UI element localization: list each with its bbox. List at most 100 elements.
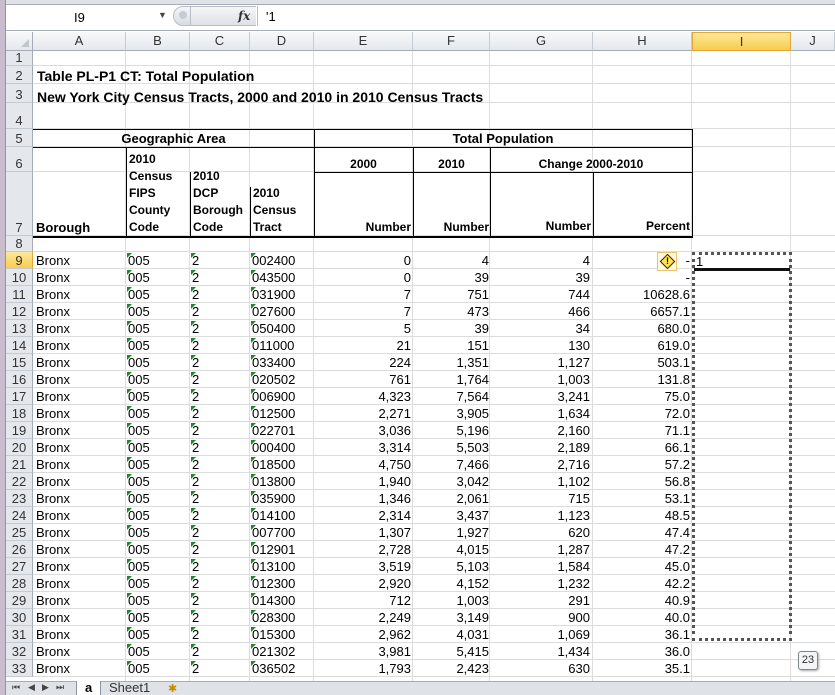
cell-p2000[interactable]: 2,271 [314, 406, 411, 422]
cell-borough[interactable]: Bronx [36, 474, 70, 490]
cell-dcp[interactable]: 2 [191, 355, 199, 371]
cell-dcp[interactable]: 2 [191, 576, 199, 592]
select-all-button[interactable] [6, 32, 33, 51]
first-sheet-icon[interactable]: ⏮ [12, 682, 20, 693]
column-header-i[interactable]: I [692, 32, 791, 51]
row-header-29[interactable]: 29 [6, 592, 33, 609]
row-header-2[interactable]: 2 [6, 66, 33, 84]
cell-fips[interactable]: 005 [127, 508, 150, 524]
cell-p2000[interactable]: 4,323 [314, 389, 411, 405]
cell-tract[interactable]: 021302 [251, 644, 295, 660]
cell-p2010[interactable]: 5,415 [413, 644, 489, 660]
cell-pct[interactable]: 10628.6 [593, 287, 690, 303]
cell-p2010[interactable]: 4,031 [413, 627, 489, 643]
cell-change[interactable]: 620 [490, 525, 590, 541]
cell-fips[interactable]: 005 [127, 559, 150, 575]
cell-borough[interactable]: Bronx [36, 304, 70, 320]
column-header-j[interactable]: J [791, 32, 835, 51]
cell-fips[interactable]: 005 [127, 644, 150, 660]
cell-fips[interactable]: 005 [127, 457, 150, 473]
row-header-17[interactable]: 17 [6, 388, 33, 405]
cell-p2010[interactable]: 7,564 [413, 389, 489, 405]
sheet-tab-sheet1[interactable]: Sheet1 [100, 681, 158, 695]
row-header-28[interactable]: 28 [6, 575, 33, 592]
cell-borough[interactable]: Bronx [36, 389, 70, 405]
next-sheet-icon[interactable]: ▶ [42, 682, 49, 693]
cell-tract[interactable]: 006900 [251, 389, 295, 405]
row-header-13[interactable]: 13 [6, 320, 33, 337]
cell-pct[interactable]: 48.5 [593, 508, 690, 524]
cell-pct[interactable]: 6657.1 [593, 304, 690, 320]
cell-tract[interactable]: 014300 [251, 593, 295, 609]
row-header-25[interactable]: 25 [6, 524, 33, 541]
cell-fips[interactable]: 005 [127, 474, 150, 490]
cell-fips[interactable]: 005 [127, 338, 150, 354]
cell-p2000[interactable]: 761 [314, 372, 411, 388]
cell-change[interactable]: 1,127 [490, 355, 590, 371]
cell-borough[interactable]: Bronx [36, 423, 70, 439]
cell-fips[interactable]: 005 [127, 576, 150, 592]
cell-pct[interactable]: 131.8 [593, 372, 690, 388]
row-header-5[interactable]: 5 [6, 129, 33, 147]
cell-borough[interactable]: Bronx [36, 644, 70, 660]
cell-tract[interactable]: 012500 [251, 406, 295, 422]
cell-borough[interactable]: Bronx [36, 253, 70, 269]
cell-p2010[interactable]: 473 [413, 304, 489, 320]
cell-tract[interactable]: 028300 [251, 610, 295, 626]
cell-p2010[interactable]: 4 [413, 253, 489, 269]
row-header-16[interactable]: 16 [6, 371, 33, 388]
row-header-23[interactable]: 23 [6, 490, 33, 507]
cell-p2000[interactable]: 1,793 [314, 661, 411, 677]
cell-dcp[interactable]: 2 [191, 321, 199, 337]
cell-p2000[interactable]: 7 [314, 287, 411, 303]
cell-pct[interactable]: 57.2 [593, 457, 690, 473]
cell-change[interactable]: 3,241 [490, 389, 590, 405]
column-header-a[interactable]: A [33, 32, 126, 51]
row-header-33[interactable]: 33 [6, 660, 33, 677]
cell-change[interactable]: 1,003 [490, 372, 590, 388]
cell-fips[interactable]: 005 [127, 423, 150, 439]
cell-p2010[interactable]: 39 [413, 270, 489, 286]
cell-dcp[interactable]: 2 [191, 559, 199, 575]
insert-worksheet-icon[interactable]: ✱ [168, 682, 177, 695]
cell-tract[interactable]: 012300 [251, 576, 295, 592]
cell-change[interactable]: 34 [490, 321, 590, 337]
cell-p2000[interactable]: 2,728 [314, 542, 411, 558]
cell-dcp[interactable]: 2 [191, 491, 199, 507]
row-header-9[interactable]: 9 [6, 252, 33, 269]
cell-dcp[interactable]: 2 [191, 525, 199, 541]
cell-fips[interactable]: 005 [127, 491, 150, 507]
row-header-24[interactable]: 24 [6, 507, 33, 524]
cell-fips[interactable]: 005 [127, 270, 150, 286]
cell-borough[interactable]: Bronx [36, 542, 70, 558]
row-header-32[interactable]: 32 [6, 643, 33, 660]
cell-dcp[interactable]: 2 [191, 661, 199, 677]
cell-p2010[interactable]: 5,196 [413, 423, 489, 439]
cell-p2000[interactable]: 5 [314, 321, 411, 337]
row-header-21[interactable]: 21 [6, 456, 33, 473]
cell-pct[interactable]: 619.0 [593, 338, 690, 354]
cell-change[interactable]: 630 [490, 661, 590, 677]
name-box[interactable]: I9 ▼ [8, 7, 168, 27]
cell-fips[interactable]: 005 [127, 253, 150, 269]
cell-p2010[interactable]: 1,003 [413, 593, 489, 609]
cell-p2000[interactable]: 0 [314, 253, 411, 269]
cell-change[interactable]: 39 [490, 270, 590, 286]
cell-dcp[interactable]: 2 [191, 372, 199, 388]
cell-change[interactable]: 715 [490, 491, 590, 507]
cell-pct[interactable]: 36.1 [593, 627, 690, 643]
row-header-30[interactable]: 30 [6, 609, 33, 626]
cell-fips[interactable]: 005 [127, 610, 150, 626]
cell-dcp[interactable]: 2 [191, 474, 199, 490]
cell-p2010[interactable]: 1,764 [413, 372, 489, 388]
cell-pct[interactable]: 71.1 [593, 423, 690, 439]
cell-p2000[interactable]: 3,519 [314, 559, 411, 575]
cell-change[interactable]: 900 [490, 610, 590, 626]
cell-change[interactable]: 1,069 [490, 627, 590, 643]
row-header-3[interactable]: 3 [6, 84, 33, 103]
cell-pct[interactable]: 66.1 [593, 440, 690, 456]
cell-fips[interactable]: 005 [127, 389, 150, 405]
cell-pct[interactable]: 36.0 [593, 644, 690, 660]
cell-dcp[interactable]: 2 [191, 627, 199, 643]
row-header-20[interactable]: 20 [6, 439, 33, 456]
